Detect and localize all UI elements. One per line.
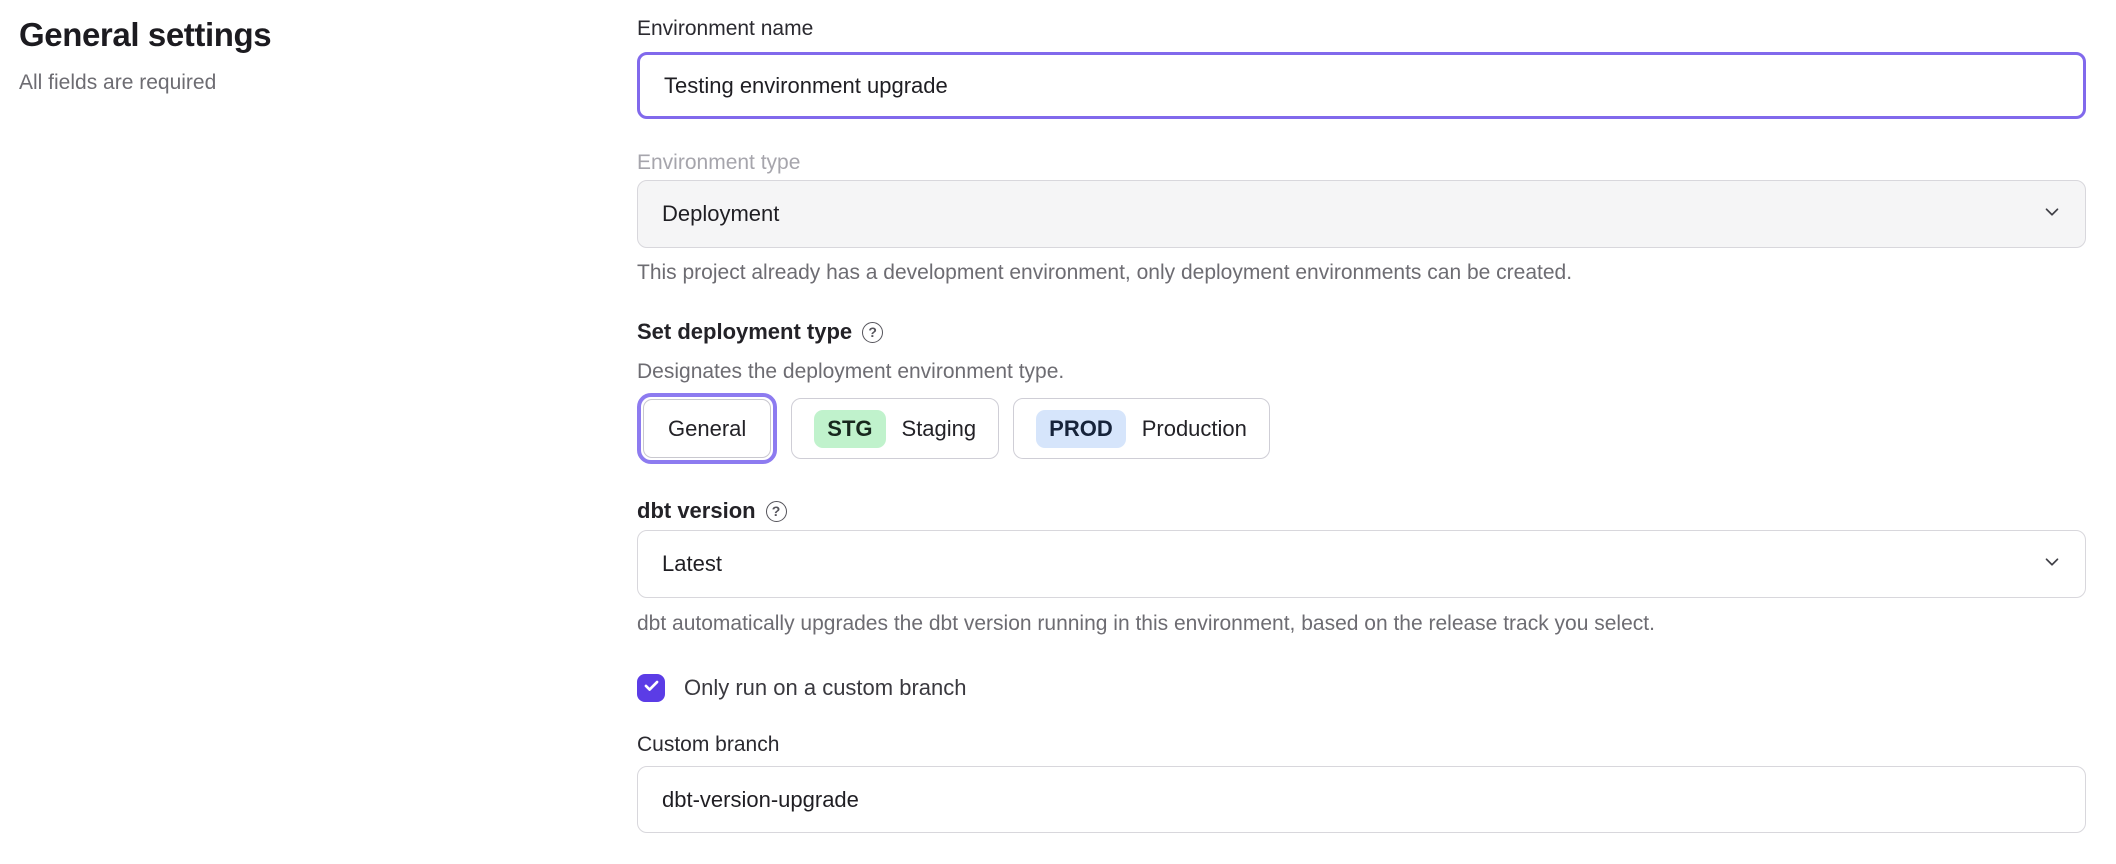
settings-header: General settings All fields are required	[19, 14, 271, 95]
environment-type-label: Environment type	[637, 150, 2086, 176]
environment-type-helper: This project already has a development e…	[637, 260, 2086, 285]
chevron-down-icon	[2041, 551, 2063, 578]
staging-option-label: Staging	[902, 416, 977, 442]
dbt-version-label-row: dbt version ?	[637, 497, 2086, 525]
custom-branch-checkbox[interactable]	[637, 674, 665, 702]
production-option-label: Production	[1142, 416, 1247, 442]
page-subtitle: All fields are required	[19, 70, 271, 95]
environment-type-value: Deployment	[662, 201, 779, 227]
help-icon[interactable]: ?	[766, 501, 787, 522]
dbt-version-value: Latest	[662, 551, 722, 577]
deployment-type-helper: Designates the deployment environment ty…	[637, 359, 2086, 384]
deployment-type-label-row: Set deployment type ?	[637, 318, 2086, 346]
custom-branch-checkbox-row: Only run on a custom branch	[637, 674, 2086, 702]
dbt-version-helper: dbt automatically upgrades the dbt versi…	[637, 611, 2086, 636]
checkmark-icon	[642, 676, 661, 700]
deployment-type-options: General STG Staging PROD Production	[637, 392, 2086, 465]
selected-option-ring: General	[637, 393, 777, 464]
production-badge: PROD	[1036, 410, 1126, 448]
deployment-type-label: Set deployment type	[637, 319, 852, 345]
help-icon[interactable]: ?	[862, 322, 883, 343]
deployment-type-staging-button[interactable]: STG Staging	[791, 398, 999, 459]
custom-branch-checkbox-label: Only run on a custom branch	[684, 675, 966, 701]
dbt-version-select[interactable]: Latest	[637, 530, 2086, 598]
custom-branch-label: Custom branch	[637, 732, 2086, 758]
environment-name-label: Environment name	[637, 16, 2086, 42]
deployment-type-general-button[interactable]: General	[643, 399, 771, 458]
environment-name-input[interactable]	[637, 52, 2086, 119]
dbt-version-label: dbt version	[637, 498, 756, 524]
chevron-down-icon	[2041, 201, 2063, 228]
environment-type-select[interactable]: Deployment	[637, 180, 2086, 248]
deployment-type-production-button[interactable]: PROD Production	[1013, 398, 1270, 459]
page-title: General settings	[19, 14, 271, 57]
custom-branch-input[interactable]	[637, 766, 2086, 833]
general-settings-page: General settings All fields are required…	[0, 0, 2116, 864]
staging-badge: STG	[814, 410, 885, 448]
environment-settings-form: Environment name Environment type Deploy…	[637, 16, 2086, 833]
general-option-label: General	[668, 416, 746, 442]
